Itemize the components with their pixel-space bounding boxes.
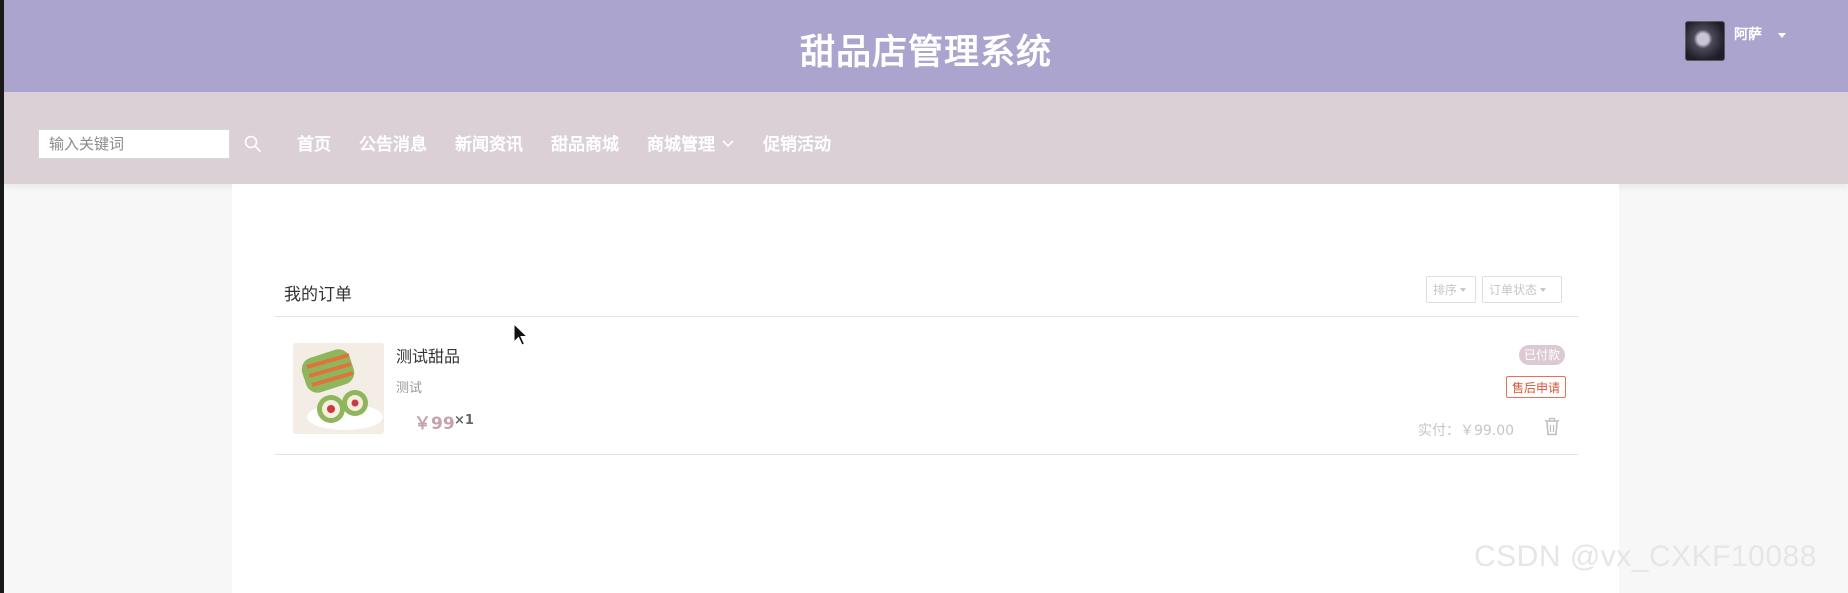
caret-down-icon (1540, 287, 1547, 292)
nav-bar: 首页 公告消息 新闻资讯 甜品商城 商城管理 促销活动 (4, 92, 1848, 184)
nav-item-news[interactable]: 新闻资讯 (455, 130, 523, 155)
username[interactable]: 阿萨 (1734, 24, 1762, 44)
sort-button[interactable]: 排序 (1426, 276, 1476, 303)
nav-item-announcements[interactable]: 公告消息 (359, 130, 427, 155)
site-title: 甜品店管理系统 (799, 33, 1052, 73)
user-menu[interactable]: 阿萨 (1685, 21, 1786, 63)
mouse-cursor-icon (513, 323, 529, 346)
product-name[interactable]: 测试甜品 (396, 343, 460, 367)
sort-button-label: 排序 (1433, 283, 1458, 297)
paid-amount: 实付：￥99.00 (1418, 423, 1515, 439)
caret-down-icon[interactable] (1778, 33, 1786, 38)
product-description: 测试 (396, 381, 423, 396)
page-title: 我的订单 (284, 285, 352, 305)
product-quantity: ×1 (454, 413, 474, 428)
nav-item-shop-management-label[interactable]: 商城管理 (647, 130, 715, 155)
chevron-down-icon[interactable] (721, 138, 735, 148)
orders-panel: 我的订单 排序 订单状态 测试甜品 测试 ￥99 ×1 已付款 售后申请 实付：… (232, 184, 1619, 593)
trash-icon[interactable] (1543, 417, 1561, 436)
order-status-filter[interactable]: 订单状态 (1482, 276, 1562, 303)
nav-menu: 首页 公告消息 新闻资讯 甜品商城 商城管理 促销活动 (297, 130, 859, 155)
divider (275, 316, 1578, 317)
order-status-filter-label: 订单状态 (1489, 283, 1538, 297)
product-image[interactable] (293, 343, 384, 434)
search-input[interactable] (38, 129, 230, 159)
nav-item-shop-management[interactable]: 商城管理 (647, 130, 735, 155)
nav-item-promotions[interactable]: 促销活动 (763, 130, 831, 155)
divider (275, 454, 1578, 455)
site-header: 甜品店管理系统 阿萨 (4, 0, 1848, 92)
watermark: CSDN @vx_CXKF10088 (1474, 540, 1817, 573)
search-icon[interactable] (243, 134, 263, 154)
caret-down-icon (1460, 287, 1467, 292)
nav-item-home[interactable]: 首页 (297, 130, 331, 155)
after-sale-button[interactable]: 售后申请 (1506, 376, 1567, 398)
status-badge: 已付款 (1519, 345, 1566, 365)
avatar[interactable] (1685, 21, 1725, 61)
nav-item-shop[interactable]: 甜品商城 (551, 130, 619, 155)
product-price: ￥99 (414, 414, 455, 434)
